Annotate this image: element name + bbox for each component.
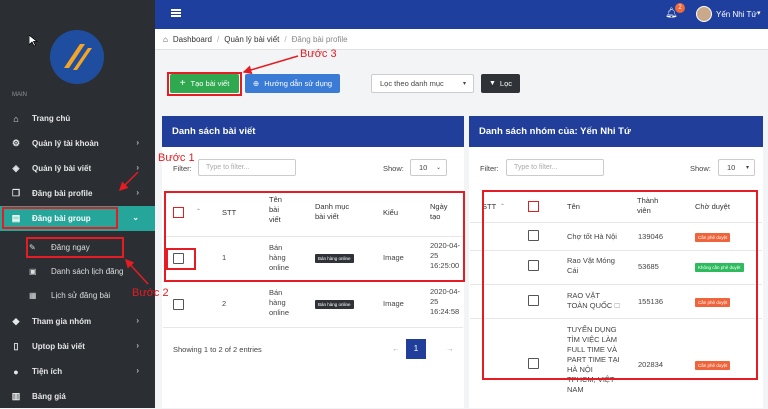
arrow-step-3 [242, 55, 299, 75]
annotation-arrows [118, 55, 299, 285]
arrow-step-1 [118, 171, 139, 192]
arrow-step-2 [124, 258, 149, 285]
